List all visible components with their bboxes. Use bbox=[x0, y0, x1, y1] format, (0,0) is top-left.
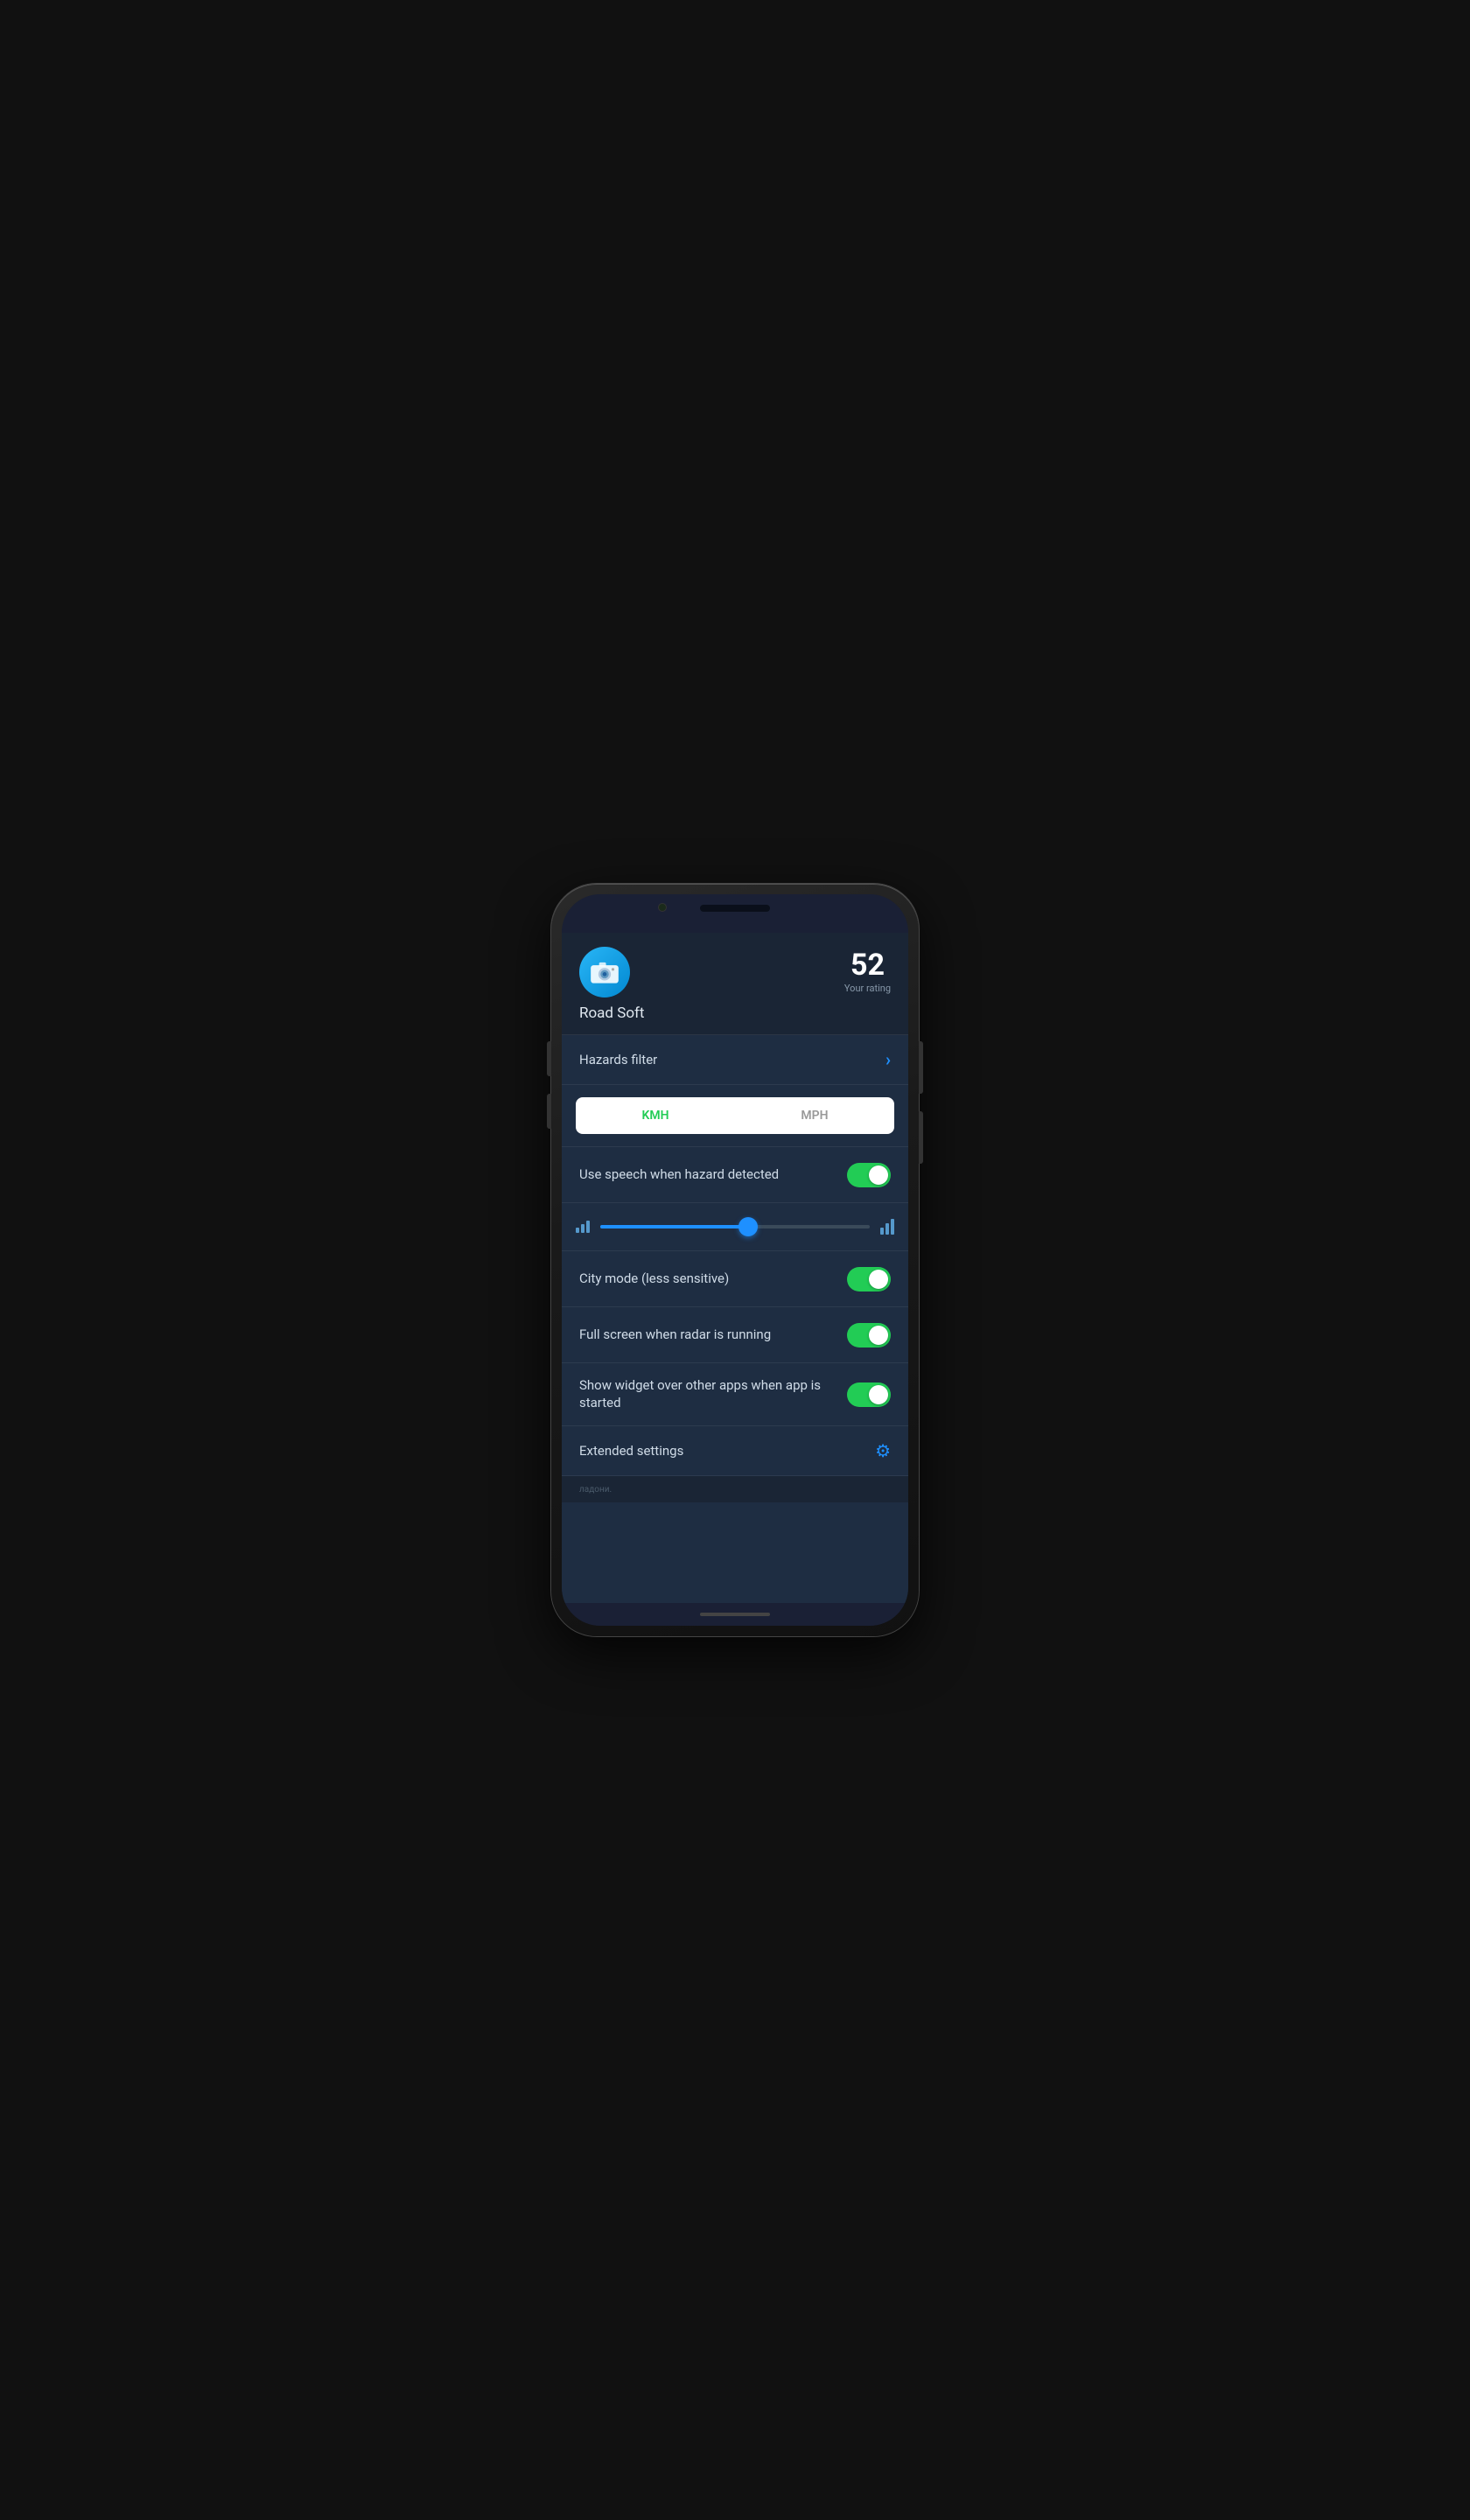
city-mode-toggle[interactable] bbox=[847, 1267, 891, 1292]
vol-bar-4 bbox=[880, 1228, 884, 1235]
city-mode-row: City mode (less sensitive) bbox=[562, 1251, 908, 1307]
show-widget-row: Show widget over other apps when app is … bbox=[562, 1363, 908, 1426]
extended-settings-row[interactable]: Extended settings ⚙ bbox=[562, 1426, 908, 1476]
use-speech-toggle[interactable] bbox=[847, 1163, 891, 1187]
phone-screen: Road Soft 52 Your rating Hazards filter … bbox=[562, 894, 908, 1626]
city-mode-label: City mode (less sensitive) bbox=[579, 1270, 847, 1288]
unit-selector: KMH MPH bbox=[576, 1097, 894, 1134]
app-logo-section: Road Soft bbox=[579, 947, 644, 1022]
gear-icon: ⚙ bbox=[875, 1440, 891, 1461]
rating-label: Your rating bbox=[844, 983, 891, 994]
speaker-notch bbox=[700, 905, 770, 912]
slider-thumb[interactable] bbox=[738, 1217, 758, 1236]
phone-frame: Road Soft 52 Your rating Hazards filter … bbox=[551, 884, 919, 1636]
volume-slider-row bbox=[562, 1203, 908, 1251]
use-speech-row: Use speech when hazard detected bbox=[562, 1147, 908, 1203]
front-camera bbox=[658, 903, 667, 912]
volume-high-icon bbox=[880, 1219, 894, 1235]
vol-bar-5 bbox=[886, 1223, 889, 1235]
status-bar bbox=[562, 894, 908, 933]
vol-bar-3 bbox=[586, 1221, 590, 1233]
home-indicator bbox=[562, 1603, 908, 1626]
hazards-filter-label: Hazards filter bbox=[579, 1052, 657, 1068]
volume-up-button[interactable] bbox=[547, 1041, 551, 1076]
bottom-hint: ладони. bbox=[562, 1476, 908, 1502]
kmh-button[interactable]: KMH bbox=[576, 1097, 735, 1134]
show-widget-toggle[interactable] bbox=[847, 1382, 891, 1407]
hazards-filter-item[interactable]: Hazards filter › bbox=[562, 1035, 908, 1085]
volume-slider-track[interactable] bbox=[600, 1225, 870, 1228]
screen-content: Road Soft 52 Your rating Hazards filter … bbox=[562, 933, 908, 1603]
mph-button[interactable]: MPH bbox=[735, 1097, 894, 1134]
app-header: Road Soft 52 Your rating bbox=[562, 933, 908, 1035]
volume-down-button[interactable] bbox=[547, 1094, 551, 1129]
use-speech-label: Use speech when hazard detected bbox=[579, 1166, 847, 1184]
extended-settings-label: Extended settings bbox=[579, 1443, 683, 1459]
camera-svg-icon bbox=[588, 956, 621, 989]
chevron-right-icon: › bbox=[886, 1049, 891, 1070]
vol-bar-6 bbox=[891, 1219, 894, 1235]
left-buttons bbox=[547, 1041, 551, 1129]
full-screen-row: Full screen when radar is running bbox=[562, 1307, 908, 1363]
unit-selector-wrapper: KMH MPH bbox=[562, 1085, 908, 1147]
full-screen-toggle[interactable] bbox=[847, 1323, 891, 1348]
rating-number: 52 bbox=[850, 950, 885, 980]
app-name-label: Road Soft bbox=[579, 1004, 644, 1022]
hint-text: ладони. bbox=[579, 1485, 612, 1494]
vol-bar-2 bbox=[581, 1224, 584, 1233]
app-icon bbox=[579, 947, 630, 998]
show-widget-label: Show widget over other apps when app is … bbox=[579, 1377, 847, 1411]
volume-low-icon bbox=[576, 1221, 590, 1233]
home-bar bbox=[700, 1613, 770, 1616]
slider-fill bbox=[600, 1225, 748, 1228]
full-screen-label: Full screen when radar is running bbox=[579, 1326, 847, 1344]
vol-bar-1 bbox=[576, 1228, 579, 1233]
rating-section: 52 Your rating bbox=[844, 947, 891, 994]
